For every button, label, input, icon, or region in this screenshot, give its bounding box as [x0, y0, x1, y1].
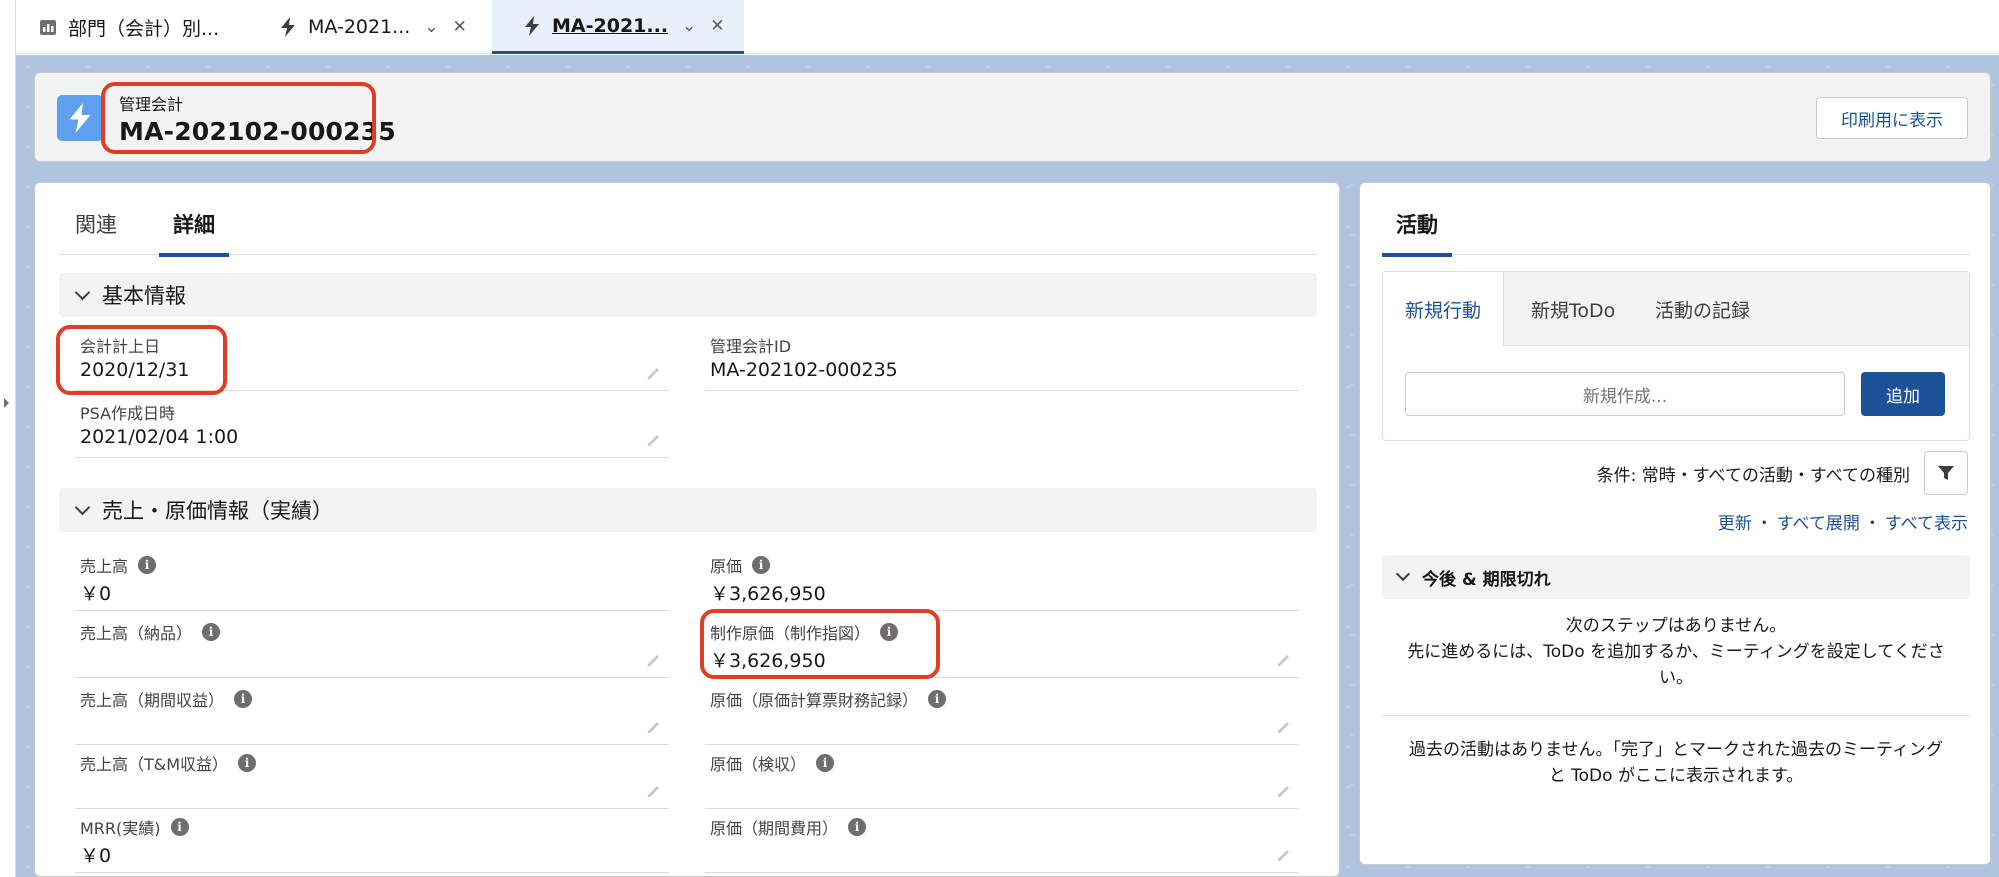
- field-value: ￥3,626,950: [710, 583, 826, 605]
- chevron-down-icon[interactable]: ⌄: [424, 17, 438, 37]
- upcoming-overdue-section[interactable]: 今後 & 期限切れ: [1382, 555, 1970, 599]
- field-sales-period-revenue: 売上高（期間収益） i: [75, 681, 669, 745]
- chevron-down-icon: [1395, 566, 1411, 582]
- close-icon[interactable]: ✕: [453, 17, 467, 37]
- field-label: 売上高（T&M収益） i: [80, 751, 257, 775]
- field-label: MRR(実績) i: [80, 815, 189, 839]
- tab-details[interactable]: 詳細: [159, 209, 229, 257]
- add-button[interactable]: 追加: [1861, 372, 1945, 416]
- activity-publisher: 新規行動 新規ToDo 活動の記録 新規作成... 追加: [1382, 271, 1970, 441]
- highlight-box-production-cost: [700, 609, 940, 679]
- field-label: 売上高 i: [80, 553, 157, 577]
- filter-icon[interactable]: [1924, 451, 1968, 495]
- section-title: 基本情報: [102, 284, 186, 308]
- expand-all-link[interactable]: すべて展開: [1777, 514, 1860, 534]
- close-icon[interactable]: ✕: [710, 16, 724, 36]
- divider: [1382, 715, 1970, 716]
- info-icon[interactable]: i: [170, 818, 189, 836]
- field-value: 2021/02/04 1:00: [80, 426, 239, 448]
- no-next-steps-message: 次のステップはありません。 先に進めるには、ToDo を追加するか、ミーティング…: [1407, 616, 1945, 688]
- field-label: PSA作成日時: [80, 404, 176, 423]
- info-icon[interactable]: i: [238, 754, 257, 772]
- chevron-down-icon: [74, 284, 91, 300]
- pencil-icon[interactable]: [645, 718, 663, 736]
- info-icon[interactable]: i: [928, 690, 947, 708]
- chevron-down-icon: [74, 499, 91, 515]
- activity-card: 活動 新規行動 新規ToDo 活動の記録 新規作成... 追加 条件: 常時・す…: [1359, 182, 1991, 865]
- tab-related[interactable]: 関連: [75, 209, 117, 253]
- field-cost: 原価 i ￥3,626,950: [705, 547, 1299, 611]
- tab-new-todo[interactable]: 新規ToDo: [1509, 272, 1637, 346]
- pencil-icon[interactable]: [645, 782, 663, 800]
- field-cost-period-expense: 原価（期間費用） i: [705, 809, 1299, 873]
- upcoming-title: 今後 & 期限切れ: [1422, 569, 1551, 590]
- lightning-icon: [57, 95, 103, 141]
- tab-log-activity[interactable]: 活動の記録: [1633, 272, 1772, 346]
- view-all-link[interactable]: すべて表示: [1885, 514, 1968, 534]
- highlight-box-record-title: [101, 82, 376, 154]
- printable-view-button[interactable]: 印刷用に表示: [1816, 97, 1968, 139]
- new-event-input[interactable]: 新規作成...: [1405, 372, 1845, 416]
- detail-tabs: 関連 詳細: [59, 183, 1317, 257]
- field-cost-financial-record: 原価（原価計算票財務記録） i: [705, 681, 1299, 745]
- info-icon[interactable]: i: [816, 754, 835, 772]
- field-label: 売上高（納品） i: [80, 620, 221, 644]
- workspace-tab-label: MA-2021...: [308, 16, 411, 38]
- workspace-tab-report[interactable]: 部門（会計）別...: [38, 0, 268, 54]
- field-mrr-actual: MRR(実績) i ￥0: [75, 809, 669, 873]
- pencil-icon[interactable]: [1275, 846, 1293, 864]
- field-label: 管理会計ID: [710, 337, 792, 356]
- highlight-box-accounting-date: [56, 325, 227, 395]
- field-management-accounting-id: 管理会計ID MA-202102-000235: [705, 327, 1299, 391]
- lightning-icon: [278, 17, 298, 37]
- filter-text: 条件: 常時・すべての活動・すべての種別: [1596, 465, 1910, 486]
- field-sales-delivery: 売上高（納品） i: [75, 614, 669, 678]
- pencil-icon[interactable]: [645, 431, 663, 449]
- info-icon[interactable]: i: [848, 818, 867, 836]
- field-psa-created-datetime: PSA作成日時 2021/02/04 1:00: [75, 394, 669, 458]
- record-detail-card: 関連 詳細 基本情報 会計計上日 2020/12/31 管理会計ID MA-20…: [34, 182, 1340, 877]
- workspace-tab-label: MA-2021...: [552, 14, 669, 37]
- activity-links: 更新・すべて展開・すべて表示: [1717, 514, 1968, 534]
- refresh-link[interactable]: 更新: [1718, 514, 1752, 534]
- section-sales-cost-actual[interactable]: 売上・原価情報（実績）: [59, 488, 1317, 532]
- info-icon[interactable]: i: [752, 556, 771, 574]
- field-label: 原価 i: [710, 553, 771, 577]
- tab-activity[interactable]: 活動: [1382, 209, 1452, 257]
- activity-tabs: 活動: [1382, 183, 1970, 257]
- no-past-activity-message: 過去の活動はありません。「完了」とマークされた過去のミーティング と ToDo …: [1409, 740, 1943, 786]
- workspace-tab-label: 部門（会計）別...: [68, 17, 220, 40]
- workspace-tab-ma-1[interactable]: MA-2021... ⌄ ✕: [278, 0, 488, 54]
- field-label: 原価（期間費用） i: [710, 815, 867, 839]
- info-icon[interactable]: i: [234, 690, 253, 708]
- expand-rail-icon[interactable]: [4, 398, 9, 408]
- pencil-icon[interactable]: [645, 364, 663, 382]
- workspace-tab-bar: 部門（会計）別... MA-2021... ⌄ ✕ MA-2021... ⌄ ✕: [16, 0, 1999, 54]
- info-icon[interactable]: i: [138, 556, 157, 574]
- pencil-icon[interactable]: [1275, 782, 1293, 800]
- tab-new-event[interactable]: 新規行動: [1383, 272, 1505, 347]
- report-icon: [38, 17, 58, 37]
- activity-filter-row: 条件: 常時・すべての活動・すべての種別: [1597, 451, 1968, 495]
- pencil-icon[interactable]: [645, 651, 663, 669]
- pencil-icon[interactable]: [1275, 718, 1293, 736]
- section-basic-info[interactable]: 基本情報: [59, 273, 1317, 317]
- publisher-tabs: 新規行動 新規ToDo 活動の記録: [1383, 272, 1969, 347]
- pencil-icon[interactable]: [1275, 651, 1293, 669]
- field-label: 原価（検収） i: [710, 751, 835, 775]
- section-title: 売上・原価情報（実績）: [102, 499, 333, 523]
- lightning-icon: [522, 15, 542, 36]
- utility-rail: [0, 0, 16, 877]
- workspace-tab-ma-2[interactable]: MA-2021... ⌄ ✕: [492, 0, 744, 54]
- field-label: 売上高（期間収益） i: [80, 687, 253, 711]
- field-sales: 売上高 i ￥0: [75, 547, 669, 611]
- field-value: MA-202102-000235: [710, 359, 898, 381]
- field-sales-tm-revenue: 売上高（T&M収益） i: [75, 745, 669, 809]
- field-value: ￥0: [80, 583, 112, 605]
- info-icon[interactable]: i: [202, 623, 221, 641]
- chevron-down-icon[interactable]: ⌄: [682, 16, 696, 36]
- field-cost-inspection: 原価（検収） i: [705, 745, 1299, 809]
- field-label: 原価（原価計算票財務記録） i: [710, 687, 947, 711]
- field-value: ￥0: [80, 845, 112, 867]
